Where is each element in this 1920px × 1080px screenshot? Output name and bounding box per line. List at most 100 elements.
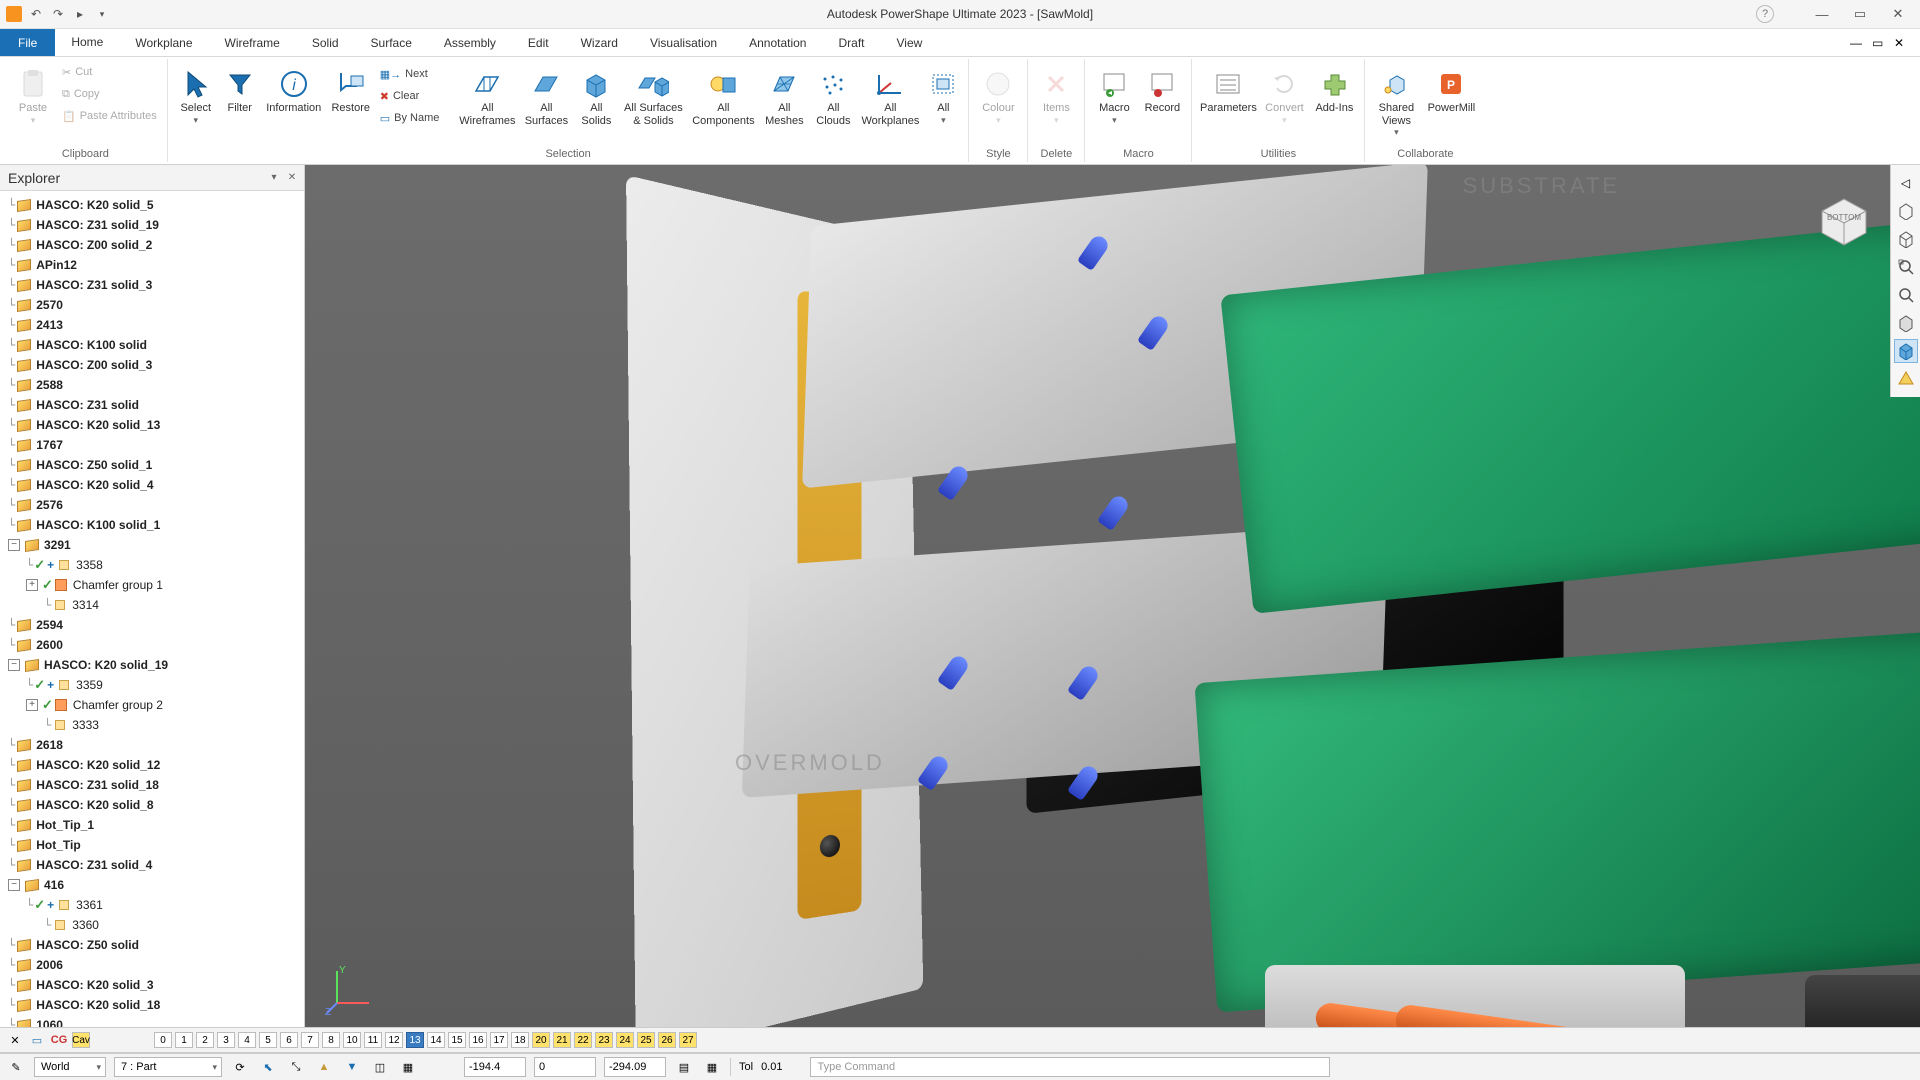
viewport[interactable]: SUBSTRATE OVERMOLD YZ BOTTOM ◁ (305, 165, 1920, 1027)
all-button[interactable]: All▾ (924, 61, 962, 129)
tab-annotation[interactable]: Annotation (733, 29, 822, 56)
sb-opt2-icon[interactable]: ▦ (702, 1057, 722, 1077)
vt-iso-icon[interactable] (1894, 199, 1918, 223)
sb-opt1-icon[interactable]: ▤ (674, 1057, 694, 1077)
explorer-pin-icon[interactable]: ▾ (266, 170, 282, 186)
level-5[interactable]: 5 (259, 1032, 277, 1048)
tree-node[interactable]: └2413 (0, 315, 304, 335)
tree-node[interactable]: └1767 (0, 435, 304, 455)
qa-undo-icon[interactable]: ↶ (28, 6, 44, 22)
minimize-button[interactable]: — (1804, 3, 1840, 25)
vt-render-icon[interactable] (1894, 367, 1918, 391)
level-23[interactable]: 23 (595, 1032, 613, 1048)
tree-node[interactable]: └HASCO: Z00 solid_3 (0, 355, 304, 375)
vt-zoom-fit-icon[interactable] (1894, 255, 1918, 279)
tree-node[interactable]: └HASCO: K20 solid_5 (0, 195, 304, 215)
tab-surface[interactable]: Surface (355, 29, 428, 56)
tree-node[interactable]: └HASCO: K20 solid_8 (0, 795, 304, 815)
tree-node[interactable]: └2594 (0, 615, 304, 635)
sb-cursor-icon[interactable]: ⬉ (258, 1057, 278, 1077)
vt-expand-icon[interactable]: ◁ (1894, 171, 1918, 195)
level-27[interactable]: 27 (679, 1032, 697, 1048)
explorer-close-icon[interactable]: ✕ (284, 170, 300, 186)
tab-solid[interactable]: Solid (296, 29, 355, 56)
vt-zoom-icon[interactable] (1894, 283, 1918, 307)
tree-node[interactable]: └✓+3358 (0, 555, 304, 575)
level-16[interactable]: 16 (469, 1032, 487, 1048)
tab-draft[interactable]: Draft (822, 29, 880, 56)
tree-toggle-icon[interactable]: + (26, 579, 38, 591)
sb-grid-icon[interactable]: ▦ (398, 1057, 418, 1077)
tree-node[interactable]: └2576 (0, 495, 304, 515)
level-15[interactable]: 15 (448, 1032, 466, 1048)
tree-node[interactable]: └HASCO: Z50 solid (0, 935, 304, 955)
tree-node[interactable]: └HASCO: Z31 solid_18 (0, 775, 304, 795)
tree-toggle-icon[interactable]: + (26, 699, 38, 711)
tree-node[interactable]: +✓Chamfer group 2 (0, 695, 304, 715)
tab-assembly[interactable]: Assembly (428, 29, 512, 56)
lb-close-icon[interactable]: ✕ (6, 1032, 24, 1048)
tree-node[interactable]: └HASCO: K100 solid_1 (0, 515, 304, 535)
tree-node[interactable]: +✓Chamfer group 1 (0, 575, 304, 595)
tree-node[interactable]: └HASCO: Z50 solid_1 (0, 455, 304, 475)
tab-edit[interactable]: Edit (512, 29, 565, 56)
qa-redo-icon[interactable]: ↷ (50, 6, 66, 22)
tree-node[interactable]: └APin12 (0, 255, 304, 275)
level-3[interactable]: 3 (217, 1032, 235, 1048)
tree-node[interactable]: └2600 (0, 635, 304, 655)
macro-button[interactable]: Macro▾ (1091, 61, 1137, 129)
mdi-minimize-icon[interactable]: — (1850, 36, 1870, 50)
level-12[interactable]: 12 (385, 1032, 403, 1048)
tree-node[interactable]: └HASCO: Z31 solid_19 (0, 215, 304, 235)
tree-node[interactable]: └HASCO: Z31 solid (0, 395, 304, 415)
all-solids-button[interactable]: All Solids (574, 61, 618, 130)
sb-axis-icon[interactable]: ⤡ (286, 1057, 306, 1077)
tree-node[interactable]: └2570 (0, 295, 304, 315)
tree-node[interactable]: └3360 (0, 915, 304, 935)
select-button[interactable]: Select▾ (174, 61, 218, 129)
tree-node[interactable]: └HASCO: K20 solid_13 (0, 415, 304, 435)
model-tree[interactable]: └HASCO: K20 solid_5└HASCO: Z31 solid_19 └… (0, 191, 304, 1027)
tree-node[interactable]: └HASCO: K20 solid_12 (0, 755, 304, 775)
tree-node[interactable]: └3333 (0, 715, 304, 735)
byname-button[interactable]: ▭By Name (376, 107, 444, 129)
close-button[interactable]: ✕ (1880, 3, 1916, 25)
viewcube[interactable]: BOTTOM (1810, 183, 1878, 251)
tab-workplane[interactable]: Workplane (119, 29, 208, 56)
all-surfaces-solids-button[interactable]: All Surfaces & Solids (620, 61, 686, 130)
level-14[interactable]: 14 (427, 1032, 445, 1048)
level-0[interactable]: 0 (154, 1032, 172, 1048)
tree-node[interactable]: └HASCO: K20 solid_3 (0, 975, 304, 995)
axis-triad[interactable]: YZ (325, 963, 377, 1015)
tree-toggle-icon[interactable]: − (8, 659, 20, 671)
restore-button[interactable]: Restore (328, 61, 374, 118)
maximize-button[interactable]: ▭ (1842, 3, 1878, 25)
level-25[interactable]: 25 (637, 1032, 655, 1048)
tree-toggle-icon[interactable]: − (8, 879, 20, 891)
information-button[interactable]: iInformation (262, 61, 326, 118)
level-21[interactable]: 21 (553, 1032, 571, 1048)
all-surfaces-button[interactable]: All Surfaces (520, 61, 572, 130)
vt-shaded-icon[interactable] (1894, 339, 1918, 363)
tree-node[interactable]: └HASCO: Z31 solid_4 (0, 855, 304, 875)
tree-toggle-icon[interactable]: − (8, 539, 20, 551)
tree-node[interactable]: └✓+3359 (0, 675, 304, 695)
tree-node[interactable]: └3314 (0, 595, 304, 615)
tree-node[interactable]: −HASCO: K20 solid_19 (0, 655, 304, 675)
addins-button[interactable]: Add-Ins (1310, 61, 1358, 118)
all-clouds-button[interactable]: All Clouds (810, 61, 856, 130)
level-24[interactable]: 24 (616, 1032, 634, 1048)
tree-node[interactable]: └HASCO: K20 solid_18 (0, 995, 304, 1015)
level-18[interactable]: 18 (511, 1032, 529, 1048)
level-8[interactable]: 8 (322, 1032, 340, 1048)
workplane-dropdown[interactable]: World (34, 1057, 106, 1077)
level-1[interactable]: 1 (175, 1032, 193, 1048)
tree-node[interactable]: └HASCO: Z31 solid_3 (0, 275, 304, 295)
parameters-button[interactable]: Parameters (1198, 61, 1258, 118)
sb-pencil-icon[interactable]: ✎ (6, 1057, 26, 1077)
filter-button[interactable]: Filter (220, 61, 260, 118)
vt-wireframe-icon[interactable] (1894, 227, 1918, 251)
level-11[interactable]: 11 (364, 1032, 382, 1048)
qa-dropdown-icon[interactable]: ▾ (94, 6, 110, 22)
command-input[interactable]: Type Command (810, 1057, 1330, 1077)
